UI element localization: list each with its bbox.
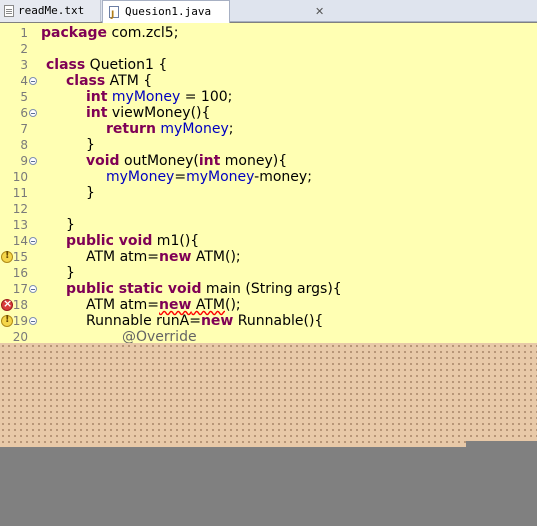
code-line: class ATM {	[66, 73, 153, 89]
line-number: 2	[20, 42, 28, 56]
code-line: }	[86, 137, 95, 153]
line-number: 4	[20, 74, 28, 88]
tab-label: Quesion1.java	[125, 5, 212, 18]
fold-toggle-icon[interactable]	[29, 237, 37, 245]
editor-tab-bar: readMe.txt Quesion1.java ✕	[0, 0, 537, 26]
tab-readme[interactable]: readMe.txt	[0, 0, 101, 22]
code-line: @Override	[122, 329, 197, 343]
code-line: }	[86, 185, 95, 201]
line-number: 3	[20, 58, 28, 72]
code-line: int viewMoney(){	[86, 105, 211, 121]
code-line: ATM atm=new ATM();	[86, 297, 241, 313]
code-line: public void m1(){	[66, 233, 200, 249]
code-line: }	[66, 217, 75, 233]
code-line: int myMoney = 100;	[86, 89, 233, 105]
fold-toggle-icon[interactable]	[29, 77, 37, 85]
code-line: Runnable runA=new Runnable(){	[86, 313, 324, 329]
fold-toggle-icon[interactable]	[29, 317, 37, 325]
code-line: }	[66, 265, 75, 281]
code-line: myMoney=myMoney-money;	[106, 169, 312, 185]
fold-toggle-icon[interactable]	[29, 157, 37, 165]
code-line: return myMoney;	[106, 121, 234, 137]
warning-icon[interactable]	[1, 314, 13, 327]
line-number: 7	[20, 122, 28, 136]
fold-toggle-icon[interactable]	[29, 109, 37, 117]
line-number: 20	[12, 330, 28, 343]
line-number: 9	[20, 154, 28, 168]
text-file-icon	[4, 5, 14, 17]
fold-toggle-icon[interactable]	[29, 285, 37, 293]
dotted-overlay	[0, 343, 537, 447]
line-number: 10	[12, 170, 28, 184]
line-number: 8	[20, 138, 28, 152]
line-number: 5	[20, 90, 28, 104]
line-number: 14	[12, 234, 28, 248]
java-file-icon	[109, 4, 119, 26]
code-line: class Quetion1 {	[46, 57, 168, 73]
code-line: void outMoney(int money){	[86, 153, 288, 169]
line-number: 13	[12, 218, 28, 232]
line-number: 11	[12, 186, 28, 200]
code-line: package com.zcl5;	[41, 25, 179, 41]
tab-quesion1-java[interactable]: Quesion1.java ✕	[102, 0, 324, 26]
line-number: 16	[12, 266, 28, 280]
code-line: public static void main (String args){	[66, 281, 342, 297]
overlay-notch	[466, 441, 537, 447]
line-number: 1	[20, 26, 28, 40]
line-number: 6	[20, 106, 28, 120]
line-number-gutter: 1 2 3 4 5 6 7 8 9 10 11 12 13 14 15 16 1…	[0, 23, 38, 343]
close-icon[interactable]: ✕	[315, 6, 326, 17]
warning-icon[interactable]	[1, 250, 13, 263]
tab-label: readMe.txt	[18, 4, 85, 17]
code-line: ATM atm=new ATM();	[86, 249, 241, 265]
line-number: 17	[12, 282, 28, 296]
code-editor[interactable]: 1 2 3 4 5 6 7 8 9 10 11 12 13 14 15 16 1…	[0, 23, 537, 343]
error-icon[interactable]	[1, 297, 13, 311]
line-number: 12	[12, 202, 28, 216]
